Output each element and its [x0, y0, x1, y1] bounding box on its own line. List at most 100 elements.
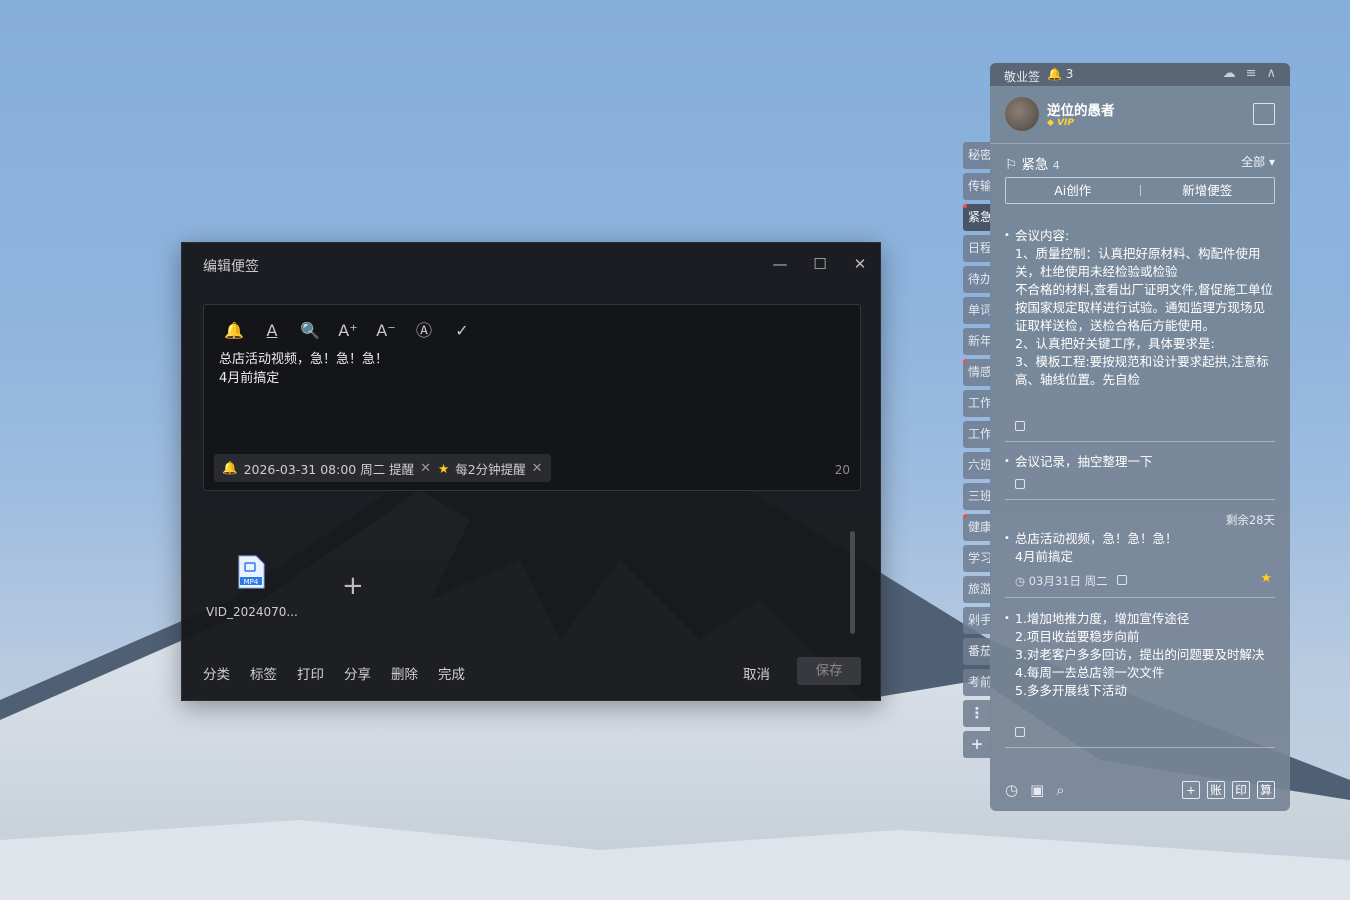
cloud-sync-icon[interactable]: ☁: [1223, 66, 1236, 81]
font-decrease-icon[interactable]: A⁻: [374, 319, 398, 343]
save-button[interactable]: 保存: [797, 657, 861, 685]
repeat-chip-label: 每2分钟提醒: [455, 461, 526, 477]
add-attachment-button[interactable]: +: [342, 571, 364, 601]
notification-count: 3: [1065, 67, 1074, 81]
category-tab[interactable]: 工作: [963, 421, 991, 448]
avatar[interactable]: [1005, 97, 1039, 131]
attachment-item[interactable]: MP4 VID_2024070...: [206, 555, 298, 619]
char-count: 20: [834, 463, 850, 477]
reminder-chip-label: 2026-03-31 08:00 周二 提醒: [243, 461, 415, 477]
tag-button[interactable]: 标签: [250, 663, 277, 683]
category-tab[interactable]: 工作: [963, 390, 991, 417]
note-item[interactable]: • 会议记录，抽空整理一下: [1004, 453, 1275, 471]
category-tab[interactable]: 考前: [963, 669, 991, 696]
add-box-button[interactable]: +: [1182, 781, 1200, 799]
category-tab-label: 秘密: [968, 148, 991, 162]
close-button[interactable]: ✕: [849, 253, 871, 275]
search-icon[interactable]: 🔍: [298, 319, 322, 343]
category-tab[interactable]: 紧急: [963, 204, 991, 231]
note-divider: [1005, 747, 1275, 748]
category-tab[interactable]: 传输: [963, 173, 991, 200]
note-divider: [1005, 597, 1275, 598]
ai-assist-icon[interactable]: Ⓐ: [412, 319, 436, 343]
category-tab[interactable]: 旅游: [963, 576, 991, 603]
category-tab[interactable]: 三班: [963, 483, 991, 510]
filter-dropdown[interactable]: 全部 ▾: [1241, 153, 1275, 170]
scrollbar[interactable]: [850, 531, 855, 634]
stamp-button[interactable]: 印: [1232, 781, 1250, 799]
category-tab-label: 六班: [968, 458, 991, 472]
font-color-icon[interactable]: A: [260, 319, 284, 343]
category-tab[interactable]: 新年: [963, 328, 991, 355]
share-button[interactable]: 分享: [344, 663, 371, 683]
complete-button[interactable]: 完成: [438, 663, 465, 683]
category-tab[interactable]: 番茄: [963, 638, 991, 665]
current-category: ⚐ 紧急 4: [1005, 153, 1060, 173]
new-note-button[interactable]: 新增便签: [1141, 178, 1275, 203]
note-item[interactable]: • 会议内容: 1、质量控制：认真把好原材料、构配件使用关，杜绝使用未经检验或检…: [1005, 227, 1275, 413]
note-item[interactable]: • 总店活动视频，急！急！急！ 4月前搞定: [1004, 530, 1275, 566]
category-tab[interactable]: 单词: [963, 297, 991, 324]
category-tab[interactable]: 日程: [963, 235, 991, 262]
history-icon[interactable]: ◷: [1005, 781, 1018, 799]
minimize-button[interactable]: —: [769, 253, 791, 275]
reminder-bell-icon[interactable]: 🔔: [222, 319, 246, 343]
lock-icon: [1015, 727, 1025, 737]
checkmark-icon[interactable]: ✓: [450, 319, 474, 343]
unread-dot: [963, 359, 967, 363]
remaining-days: 剩余28天: [1225, 513, 1275, 527]
note-lock-row: [1005, 476, 1275, 492]
add-category-icon[interactable]: +: [963, 731, 991, 758]
calendar-check-icon[interactable]: ▣: [1030, 781, 1044, 799]
category-label: 紧急: [1021, 157, 1049, 173]
category-tab[interactable]: 六班: [963, 452, 991, 479]
reminder-chip[interactable]: 🔔 2026-03-31 08:00 周二 提醒 ✕: [214, 454, 440, 482]
bookmark-icon: ⚐: [1005, 157, 1022, 173]
star-icon[interactable]: ★: [1260, 571, 1272, 586]
vip-label: VIP: [1057, 118, 1074, 128]
bell-icon: 🔔: [222, 460, 238, 475]
delete-button[interactable]: 删除: [391, 663, 418, 683]
sticky-notes-panel: 敬业签 🔔 3 ☁ ≡ ∧ 逆位的愚者 ◆ VIP ⚐ 紧急 4 全部 ▾ Ai…: [990, 63, 1290, 811]
menu-icon[interactable]: ≡: [1246, 66, 1257, 81]
font-increase-icon[interactable]: A⁺: [336, 319, 360, 343]
calculator-button[interactable]: 算: [1257, 781, 1275, 799]
app-name: 敬业签: [1004, 70, 1041, 84]
divider: [990, 143, 1290, 144]
notification-bell[interactable]: 🔔 3: [1047, 67, 1073, 81]
category-tab-label: 旅游: [968, 582, 991, 596]
note-text: 会议内容: 1、质量控制：认真把好原材料、构配件使用关，杜绝使用未经检验或检验 …: [1015, 228, 1273, 387]
category-count: 4: [1052, 159, 1060, 172]
clock-icon: ◷: [1015, 574, 1029, 588]
star-icon: ★: [438, 460, 450, 476]
category-tab[interactable]: 剁手: [963, 607, 991, 634]
category-tab[interactable]: 秘密: [963, 142, 991, 169]
category-button[interactable]: 分类: [203, 663, 230, 683]
category-tab[interactable]: 待办: [963, 266, 991, 293]
collapse-icon[interactable]: ∧: [1266, 66, 1276, 81]
calendar-icon[interactable]: [1253, 103, 1275, 125]
note-editor[interactable]: 🔔 A 🔍 A⁺ A⁻ Ⓐ ✓ 总店活动视频，急！急！急！ 4月前搞定 🔔 20…: [203, 304, 861, 491]
panel-top-icons: ☁ ≡ ∧: [1223, 66, 1276, 81]
more-tabs-icon[interactable]: ⋮: [963, 700, 991, 727]
maximize-button[interactable]: ☐: [809, 253, 831, 275]
cancel-button[interactable]: 取消: [743, 663, 770, 683]
category-tab[interactable]: 情感: [963, 359, 991, 386]
category-tab-label: 单词: [968, 303, 991, 317]
print-button[interactable]: 打印: [297, 663, 324, 683]
note-content[interactable]: 总店活动视频，急！急！急！ 4月前搞定: [219, 350, 388, 388]
category-tab[interactable]: 学习: [963, 545, 991, 572]
category-tab[interactable]: 健康: [963, 514, 991, 541]
remove-repeat-icon[interactable]: ✕: [532, 461, 543, 476]
note-date: 03月31日 周二: [1028, 574, 1108, 588]
bullet-icon: •: [1004, 613, 1010, 624]
search-icon[interactable]: ⌕: [1056, 781, 1064, 799]
ledger-button[interactable]: 账: [1207, 781, 1225, 799]
bullet-icon: •: [1004, 533, 1010, 544]
category-tab-label: 健康: [968, 520, 991, 534]
ai-create-button[interactable]: Ai创作: [1006, 178, 1140, 203]
username: 逆位的愚者: [1047, 103, 1115, 119]
repeat-reminder-chip[interactable]: ★ 每2分钟提醒 ✕: [430, 454, 551, 482]
unread-dot: [963, 204, 967, 208]
note-item[interactable]: • 1.增加地推力度，增加宣传途径 2.项目收益要稳步向前 3.对老客户多多回访…: [1004, 610, 1275, 700]
